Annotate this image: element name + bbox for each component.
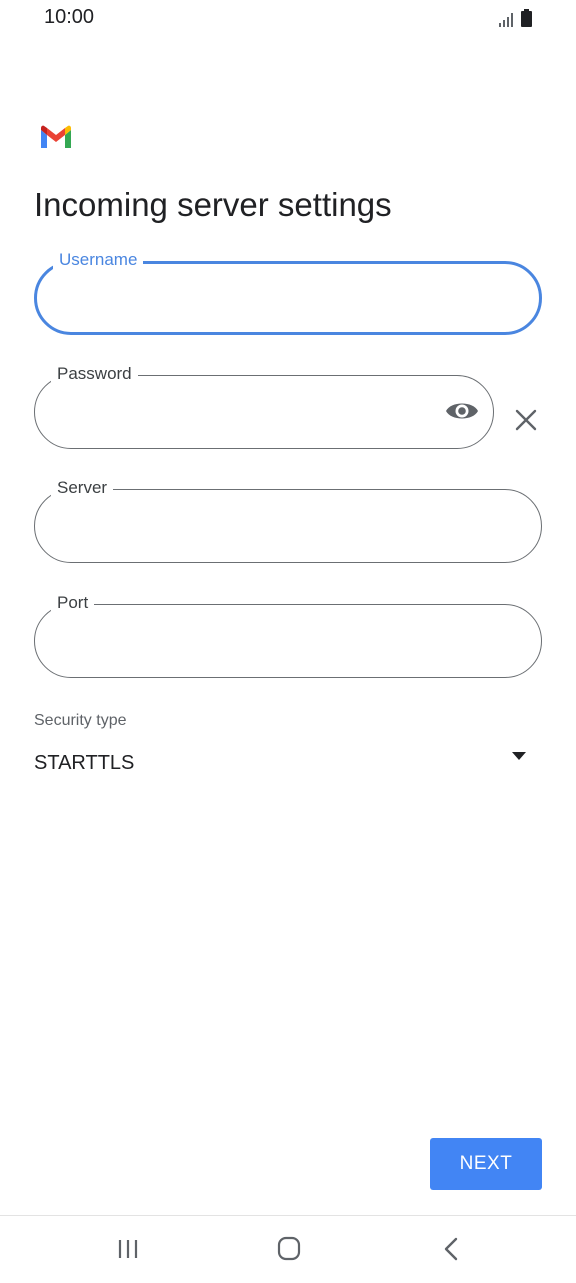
recent-apps-icon[interactable]	[108, 1234, 148, 1264]
username-field[interactable]: Username	[34, 249, 542, 335]
port-field[interactable]: Port	[34, 592, 542, 678]
server-input[interactable]	[57, 508, 481, 546]
server-field[interactable]: Server	[34, 477, 542, 563]
navigation-bar	[0, 1215, 576, 1283]
home-icon[interactable]	[268, 1234, 308, 1264]
gmail-logo-icon	[41, 125, 71, 148]
back-icon[interactable]	[430, 1234, 470, 1264]
status-bar: 10:00	[0, 0, 576, 40]
security-type-dropdown[interactable]: STARTTLS	[34, 744, 542, 784]
port-input[interactable]	[57, 623, 481, 661]
status-icons	[499, 9, 532, 27]
server-label: Server	[51, 477, 114, 499]
username-input[interactable]	[59, 282, 479, 320]
security-type-value: STARTTLS	[34, 752, 135, 774]
caret-down-icon[interactable]	[512, 752, 526, 760]
security-type-label: Security type	[34, 712, 127, 729]
password-label: Password	[51, 363, 138, 385]
username-label: Username	[53, 249, 144, 271]
password-input[interactable]	[57, 394, 433, 432]
port-label: Port	[51, 592, 95, 614]
close-icon[interactable]	[512, 406, 540, 434]
battery-icon	[521, 9, 532, 27]
password-field[interactable]: Password	[34, 363, 494, 449]
page-title: Incoming server settings	[34, 186, 392, 223]
signal-icon	[499, 13, 513, 27]
eye-icon[interactable]	[445, 398, 479, 424]
next-button[interactable]: NEXT	[430, 1138, 542, 1190]
status-time: 10:00	[44, 6, 95, 28]
